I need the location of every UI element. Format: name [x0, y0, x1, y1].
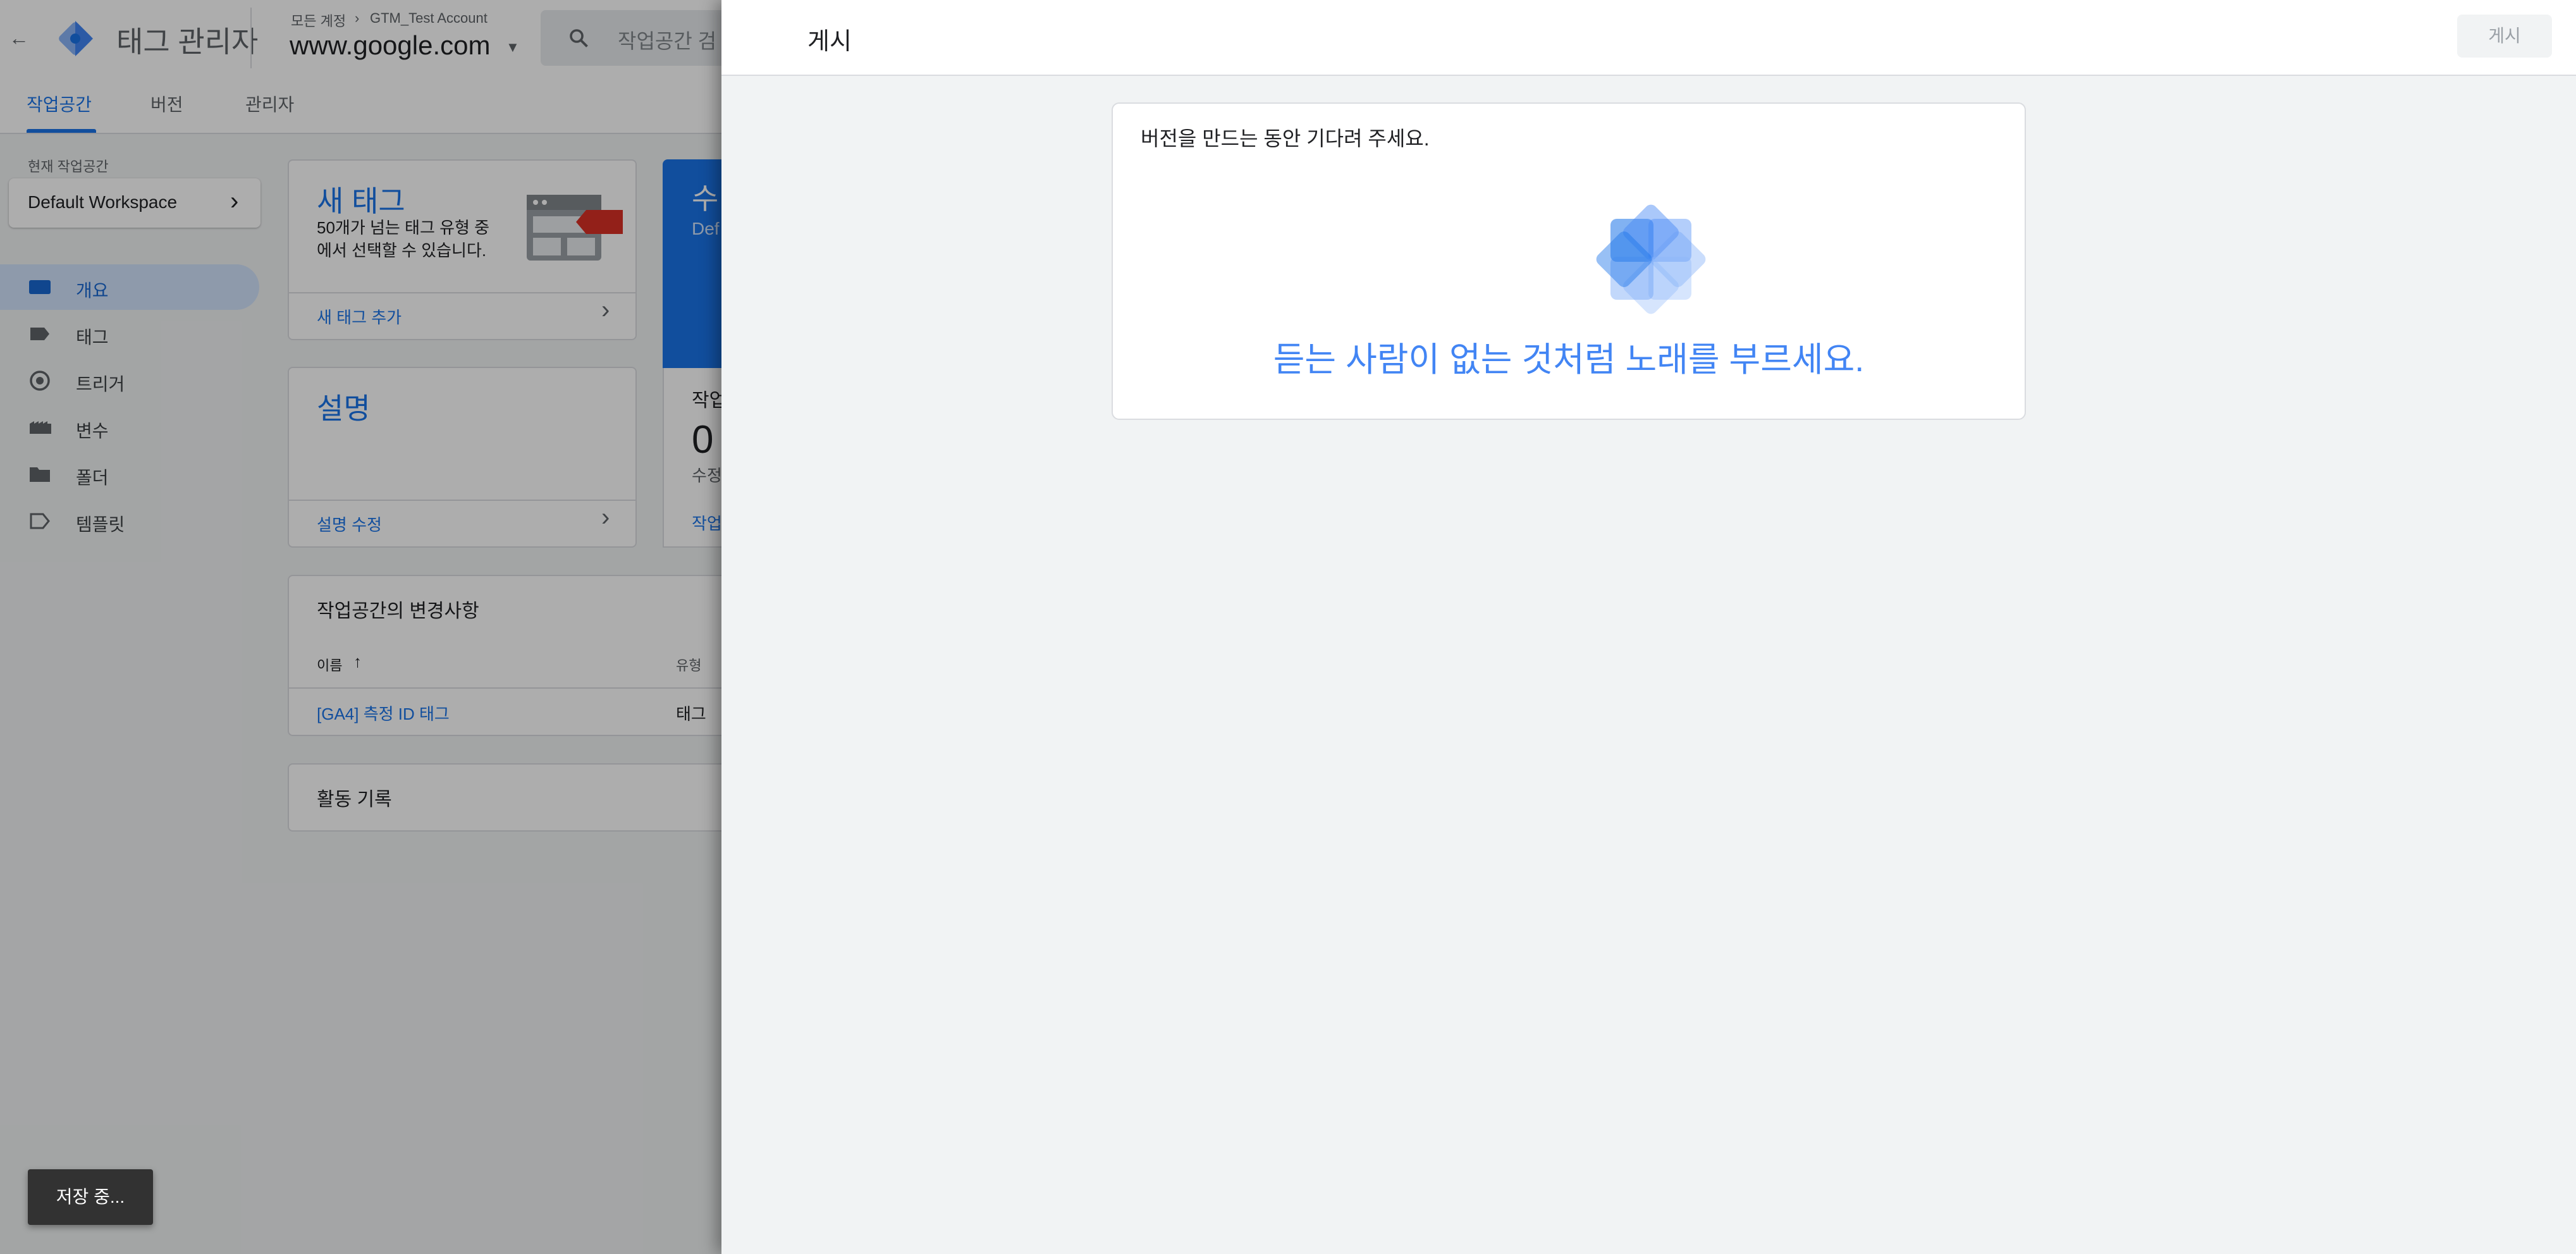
modal-scrim[interactable]: [0, 0, 721, 1254]
loading-tagline: 듣는 사람이 없는 것처럼 노래를 부르세요.: [1273, 341, 1865, 379]
creating-version-card: 버전을 만드는 동안 기다려 주세요. 듣는 사람이 없는 것처럼 노래를 부르…: [1112, 102, 2026, 420]
saving-toast: 저장 중...: [28, 1169, 153, 1225]
panel-header: 게시 게시: [721, 0, 2576, 76]
publish-button[interactable]: 게시: [2457, 15, 2552, 58]
loading-spinner-icon: [1596, 204, 1706, 314]
panel-title: 게시: [807, 28, 852, 55]
wait-message: 버전을 만드는 동안 기다려 주세요.: [1141, 127, 1430, 150]
publish-panel: 게시 게시 버전을 만드는 동안 기다려 주세요. 듣는 사람이 없는 것처럼 …: [721, 0, 2576, 1254]
